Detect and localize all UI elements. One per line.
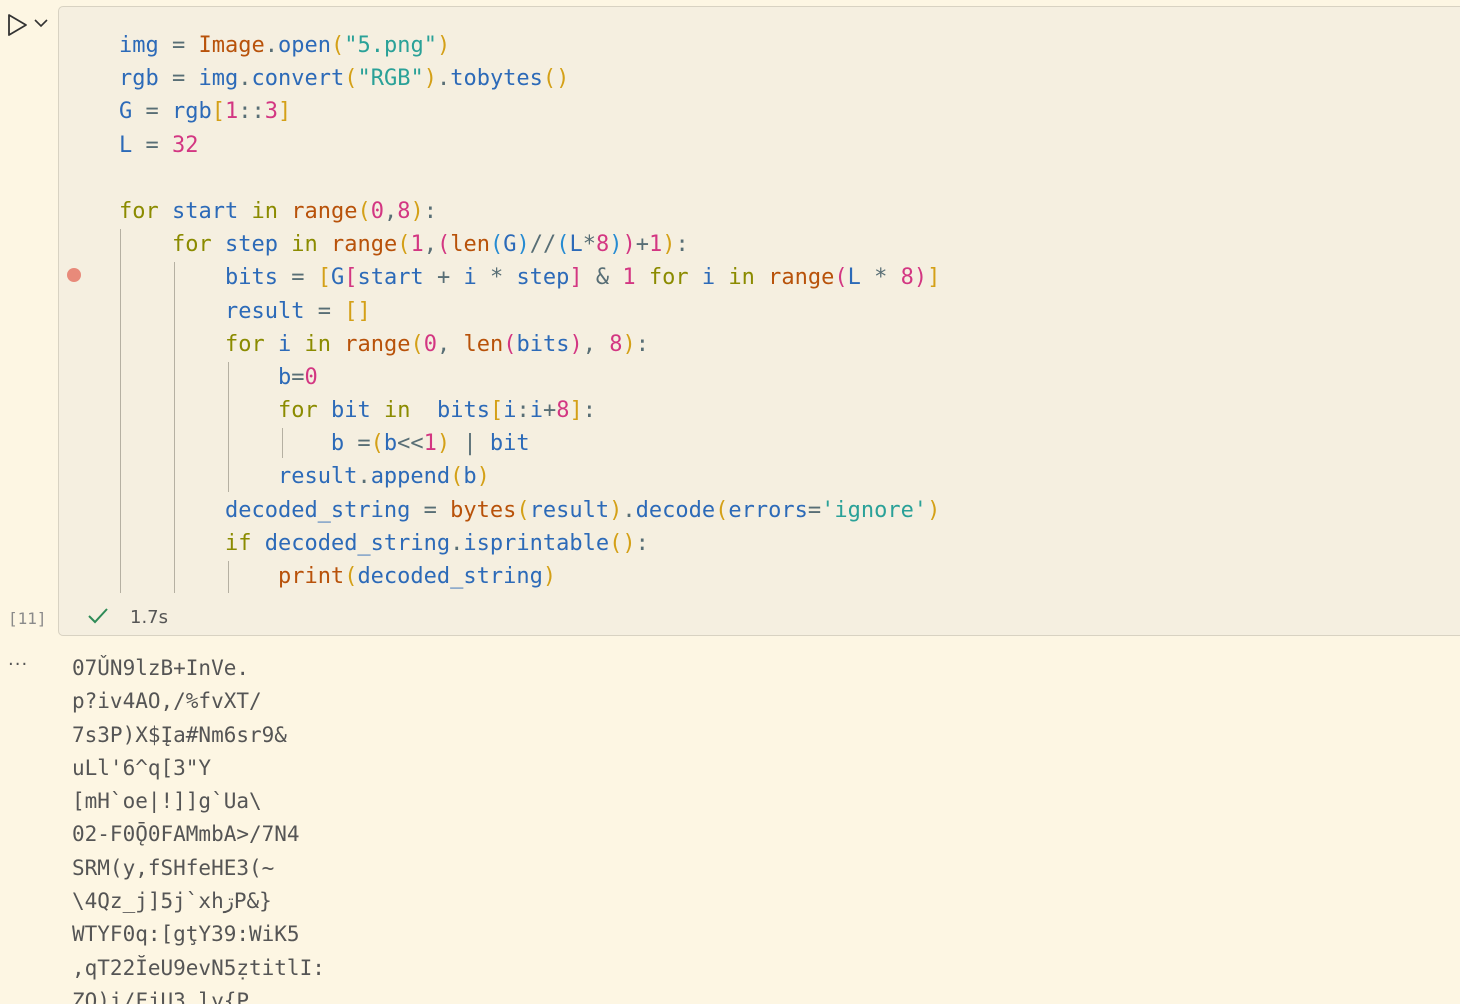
execution-duration: 1.7s — [130, 607, 169, 628]
code-line[interactable]: decoded_string = bytes(result).decode(er… — [119, 494, 940, 527]
code-line[interactable]: for step in range(1,(len(G)//(L*8))+1): — [119, 228, 940, 261]
output-line: SRM(y,fSHfeHE3(~ — [72, 855, 275, 880]
cell-output: 07ǓN9lzB+InVe. p?iv4AO,/%fvXT/7s3P)X$Įa#N… — [72, 652, 325, 1004]
code-line[interactable]: print(decoded_string) — [119, 560, 940, 593]
output-line: \4Qz_j]5j`xhڗP&} — [72, 889, 272, 914]
breakpoint-icon[interactable] — [67, 268, 81, 282]
code-line[interactable]: b=0 — [119, 361, 940, 394]
code-line[interactable]: rgb = img.convert("RGB").tobytes() — [119, 62, 940, 95]
output-line: WTYF0q:[gţY39:WiK5 — [72, 922, 300, 947]
code-cell-editor[interactable]: img = Image.open("5.png") rgb = img.conve… — [58, 6, 1460, 636]
run-icon[interactable] — [4, 12, 30, 38]
execution-count: [11] — [8, 609, 47, 628]
code-line[interactable]: img = Image.open("5.png") — [119, 29, 940, 62]
code-line[interactable]: for i in range(0, len(bits), 8): — [119, 328, 940, 361]
code-line[interactable]: G = rgb[1::3] — [119, 95, 940, 128]
more-icon[interactable]: ··· — [8, 654, 34, 676]
output-line: 02-F0Ǭ0FAMmbA>/7N4 — [72, 822, 300, 847]
output-line: 07ǓN9lzB+InVe. — [72, 656, 250, 680]
output-line: ,qT22ĬeU9evN5ẓtitlI: — [72, 955, 325, 980]
output-line: uLl'6^q[3"Y — [72, 755, 212, 780]
code-line[interactable]: for start in range(0,8): — [119, 195, 940, 228]
code-line[interactable]: result = [] — [119, 295, 940, 328]
code-line[interactable]: result.append(b) — [119, 460, 940, 493]
output-line: ZO)i/FjU3 ly{P — [72, 988, 250, 1004]
code-block[interactable]: img = Image.open("5.png") rgb = img.conve… — [119, 29, 940, 593]
code-line[interactable] — [119, 162, 940, 195]
code-line[interactable]: L = 32 — [119, 129, 940, 162]
chevron-down-icon[interactable] — [32, 13, 50, 33]
output-line: 7s3P)X$Įa#Nm6sr9& — [72, 722, 287, 747]
cell-gutter: [11] — [0, 0, 58, 640]
check-icon — [88, 608, 108, 624]
code-line[interactable]: b =(b<<1) | bit — [119, 427, 940, 460]
output-line: [mH`oe|!]]g`Ua\ — [72, 789, 262, 814]
cell-status-bar: 1.7s — [58, 598, 458, 636]
code-line[interactable]: for bit in bits[i:i+8]: — [119, 394, 940, 427]
code-line[interactable]: bits = [G[start + i * step] & 1 for i in… — [119, 261, 940, 294]
output-line: p?iv4AO,/%fvXT/ — [72, 689, 262, 714]
code-line[interactable]: if decoded_string.isprintable(): — [119, 527, 940, 560]
